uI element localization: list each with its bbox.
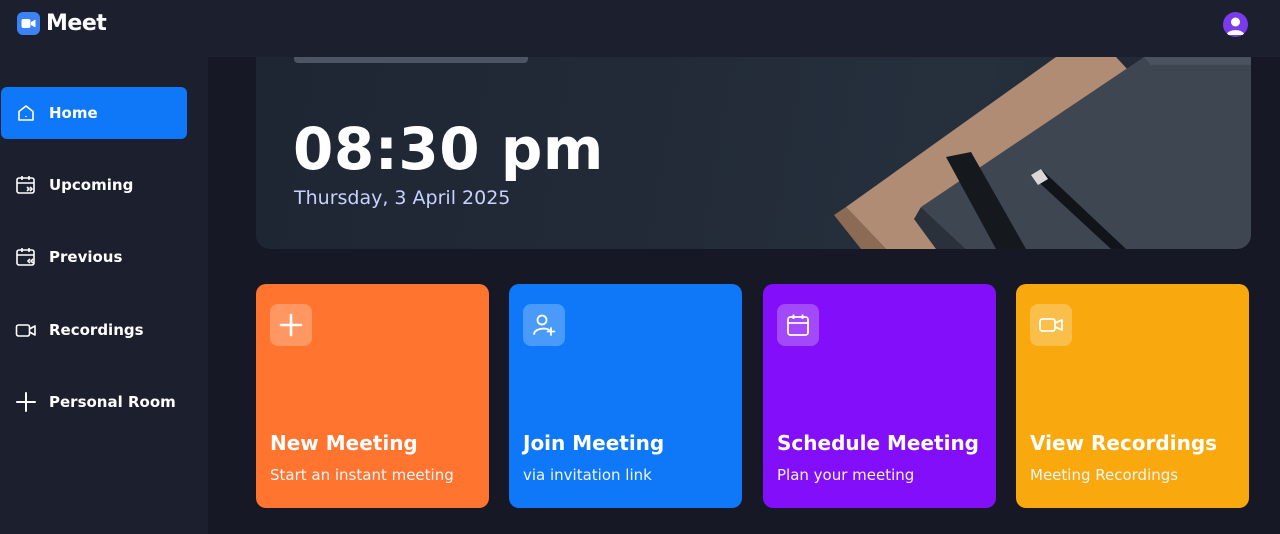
app-logo[interactable]: Meet <box>17 11 107 36</box>
top-bar: Meet <box>0 0 1280 57</box>
video-icon <box>15 319 37 341</box>
card-title: View Recordings <box>1030 431 1218 455</box>
plus-icon <box>270 304 312 346</box>
sidebar-item-label: Upcoming <box>49 176 134 194</box>
calendar-icon <box>777 304 819 346</box>
calendar-back-icon <box>15 246 37 268</box>
card-title: Join Meeting <box>523 431 665 455</box>
app-title: Meet <box>46 11 107 36</box>
home-icon <box>15 102 37 124</box>
current-time: 08:30 pm <box>293 115 604 183</box>
video-icon <box>1030 304 1072 346</box>
video-camera-icon <box>17 12 40 35</box>
new-meeting-card[interactable]: New Meeting Start an instant meeting <box>256 284 489 508</box>
join-meeting-card[interactable]: Join Meeting via invitation link <box>509 284 742 508</box>
sidebar-item-label: Previous <box>49 248 123 266</box>
view-recordings-card[interactable]: View Recordings Meeting Recordings <box>1016 284 1249 508</box>
sidebar-item-recordings[interactable]: Recordings <box>1 304 187 356</box>
user-add-icon <box>523 304 565 346</box>
card-subtitle: Start an instant meeting <box>270 466 454 484</box>
schedule-meeting-card[interactable]: Schedule Meeting Plan your meeting <box>763 284 996 508</box>
card-title: New Meeting <box>270 431 418 455</box>
card-subtitle: via invitation link <box>523 466 652 484</box>
sidebar-item-label: Home <box>49 104 98 122</box>
sidebar-item-personal-room[interactable]: Personal Room <box>1 376 187 428</box>
sidebar-item-upcoming[interactable]: Upcoming <box>1 159 187 211</box>
card-subtitle: Meeting Recordings <box>1030 466 1179 484</box>
current-date: Thursday, 3 April 2025 <box>294 187 511 209</box>
sidebar-item-previous[interactable]: Previous <box>1 231 187 283</box>
hero-indicator <box>294 57 528 63</box>
hero-banner: 08:30 pm Thursday, 3 April 2025 <box>256 57 1251 249</box>
sidebar: Home Upcoming Previous Recordings Person… <box>0 57 208 534</box>
card-subtitle: Plan your meeting <box>777 466 915 484</box>
card-title: Schedule Meeting <box>777 431 980 455</box>
sidebar-item-label: Recordings <box>49 321 144 339</box>
sidebar-item-label: Personal Room <box>49 393 176 411</box>
sidebar-item-home[interactable]: Home <box>1 87 187 139</box>
plus-icon <box>15 391 37 413</box>
calendar-forward-icon <box>15 174 37 196</box>
user-avatar-icon[interactable] <box>1223 12 1248 37</box>
notebook-illustration <box>834 57 1251 249</box>
